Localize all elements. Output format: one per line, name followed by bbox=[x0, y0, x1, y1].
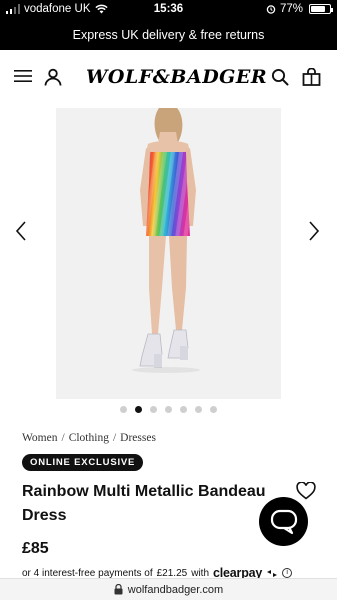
carousel-dot[interactable] bbox=[165, 406, 172, 413]
battery-percent: 77% bbox=[279, 3, 303, 15]
alarm-icon bbox=[266, 5, 276, 14]
status-right: 77% bbox=[266, 3, 333, 15]
account-icon[interactable] bbox=[44, 68, 62, 86]
breadcrumb-separator: / bbox=[112, 432, 117, 444]
breadcrumb-item-clothing[interactable]: Clothing bbox=[69, 432, 109, 444]
lock-icon bbox=[114, 584, 123, 595]
breadcrumb: Women / Clothing / Dresses bbox=[22, 432, 156, 444]
product-price: £85 bbox=[22, 540, 49, 557]
bag-icon[interactable] bbox=[302, 68, 321, 86]
url-text: wolfandbadger.com bbox=[127, 583, 224, 596]
carousel-dot[interactable] bbox=[180, 406, 187, 413]
carousel-dot[interactable] bbox=[150, 406, 157, 413]
browser-url-bar[interactable]: wolfandbadger.com bbox=[0, 578, 337, 600]
clearpay-with: with bbox=[191, 567, 210, 579]
chat-bubble-icon bbox=[270, 509, 297, 534]
breadcrumb-item-women[interactable]: Women bbox=[22, 432, 57, 444]
clearpay-amount: £21.25 bbox=[156, 567, 188, 579]
breadcrumb-separator: / bbox=[61, 432, 65, 444]
site-header: WOLF&BADGER bbox=[0, 50, 337, 106]
search-icon[interactable] bbox=[271, 68, 289, 86]
info-icon[interactable]: i bbox=[282, 568, 293, 578]
product-image[interactable] bbox=[56, 108, 281, 399]
battery-fill bbox=[311, 6, 325, 12]
carousel-dot[interactable] bbox=[120, 406, 127, 413]
carousel-next-arrow-icon[interactable] bbox=[307, 220, 321, 247]
carousel-dot[interactable] bbox=[135, 406, 142, 413]
online-exclusive-badge: ONLINE EXCLUSIVE bbox=[22, 454, 144, 471]
carousel-dot[interactable] bbox=[210, 406, 217, 413]
clearpay-arrows-icon bbox=[267, 569, 278, 577]
clearpay-text: or 4 interest-free payments of bbox=[22, 567, 153, 579]
product-title: Rainbow Multi Metallic Bandeau Dress bbox=[22, 483, 266, 524]
menu-icon[interactable] bbox=[14, 68, 32, 84]
site-logo[interactable]: WOLF&BADGER bbox=[86, 66, 267, 88]
carousel-prev-arrow-icon[interactable] bbox=[14, 220, 28, 247]
breadcrumb-item-dresses[interactable]: Dresses bbox=[120, 432, 156, 444]
carousel-dots bbox=[0, 406, 337, 413]
battery-icon bbox=[309, 4, 333, 14]
status-bar: vodafone UK 15:36 77% bbox=[0, 0, 337, 20]
promo-banner[interactable]: Express UK delivery & free returns bbox=[0, 20, 337, 50]
chat-button[interactable] bbox=[259, 497, 308, 546]
carousel-dot[interactable] bbox=[195, 406, 202, 413]
